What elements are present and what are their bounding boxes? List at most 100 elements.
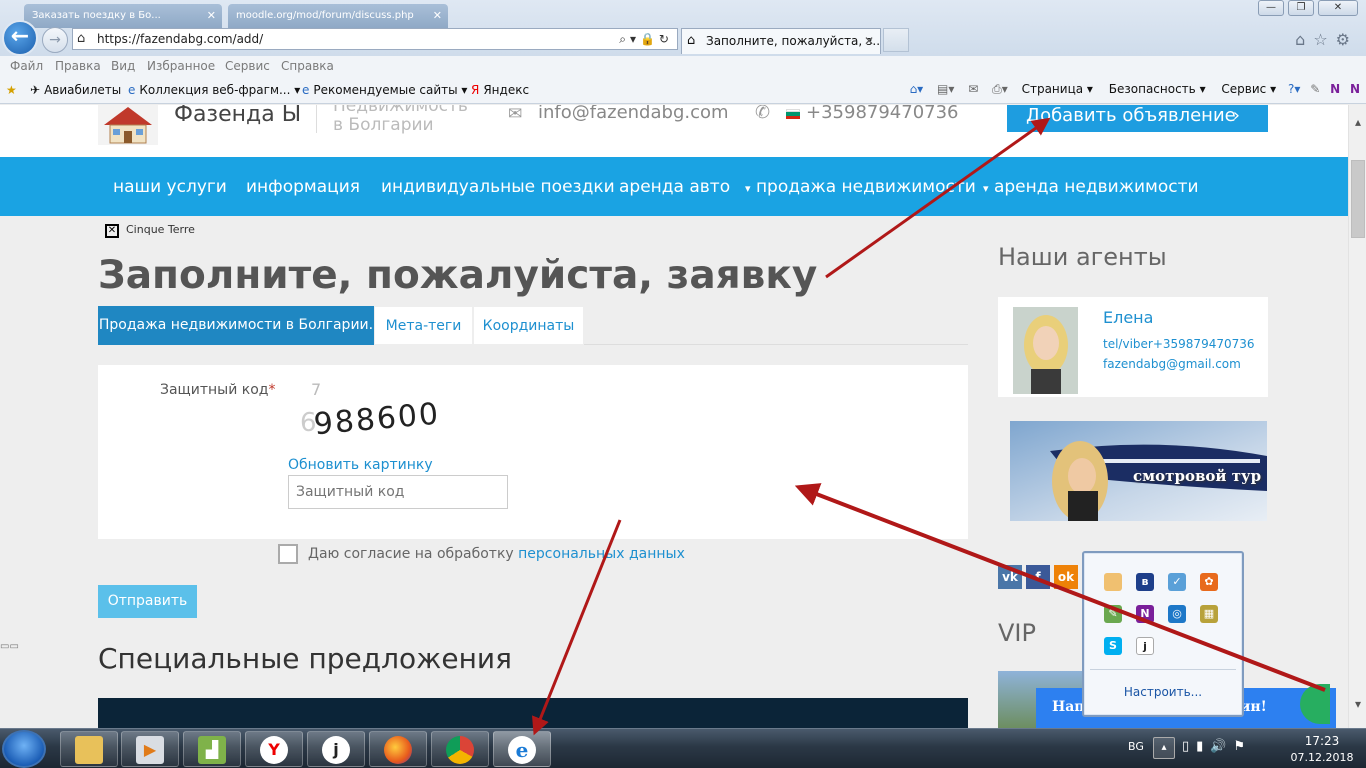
fav-item-suggested[interactable]: e Рекомендуемые сайты ▾ [302, 83, 467, 97]
tray-expand-icon[interactable]: ▴ [1153, 737, 1175, 759]
add-listing-button[interactable]: Добавить объявление › [1007, 105, 1268, 132]
tray-app-icon[interactable]: ◎ [1168, 605, 1186, 623]
close-window-button[interactable]: ✕ [1318, 0, 1358, 16]
scroll-down-icon[interactable]: ▾ [1349, 697, 1366, 715]
taskbar-firefox[interactable] [369, 731, 427, 767]
submit-button[interactable]: Отправить [98, 585, 197, 618]
tray-app-icon[interactable]: ✎ [1104, 605, 1122, 623]
minimize-button[interactable]: — [1258, 0, 1284, 16]
device-icon[interactable]: ▯ [1182, 739, 1196, 754]
scroll-up-icon[interactable]: ▴ [1349, 115, 1366, 133]
house-logo-icon[interactable] [98, 105, 158, 145]
agent-phone[interactable]: tel/viber+359879470736 [1103, 337, 1255, 351]
nav-item-info[interactable]: информация [246, 177, 360, 197]
fav-item-webslices[interactable]: e Коллекция веб-фрагм... ▾ [128, 83, 300, 97]
home-icon[interactable]: ⌂▾ [910, 82, 924, 96]
nav-item-trips[interactable]: индивидуальные поездки [381, 177, 615, 197]
consent-checkbox[interactable] [278, 544, 298, 564]
star-icon[interactable]: ☆ [1313, 30, 1335, 49]
gear-icon[interactable]: ⚙ [1336, 30, 1358, 49]
refresh-captcha-link[interactable]: Обновить картинку [288, 457, 433, 473]
site-brand[interactable]: Фазенда Ы [174, 105, 301, 127]
taskbar-app-j[interactable]: j [307, 731, 365, 767]
onenote-icon[interactable]: N [1136, 605, 1154, 623]
tray-app-icon[interactable]: ✓ [1168, 573, 1186, 591]
page-scrollbar[interactable]: ▴ ▾ [1348, 105, 1366, 728]
close-tab-icon[interactable]: ✕ [864, 29, 874, 53]
taskbar-chrome[interactable] [431, 731, 489, 767]
forward-button[interactable]: → [42, 27, 68, 53]
agent-email[interactable]: fazendabg@gmail.com [1103, 357, 1241, 371]
back-button[interactable]: ← [2, 20, 38, 56]
feedback-icon[interactable]: ▭▭ [0, 641, 19, 652]
tray-app-icon[interactable]: ▦ [1200, 605, 1218, 623]
nav-item-property-sale[interactable]: ▾ продажа недвижимости [745, 177, 976, 197]
taskbar-app[interactable]: ▟ [183, 731, 241, 767]
cmd-tools[interactable]: Сервис ▾ [1221, 82, 1276, 96]
tray-app-icon[interactable] [1104, 573, 1122, 591]
tab-meta-tags[interactable]: Мета-теги [374, 306, 473, 345]
home-icon[interactable]: ⌂ [1295, 30, 1313, 49]
help-icon[interactable]: ?▾ [1288, 82, 1300, 96]
tab-coordinates[interactable]: Координаты [473, 306, 584, 345]
fav-item-yandex[interactable]: Я Яндекс [471, 83, 529, 97]
odnoklassniki-icon[interactable]: ok [1054, 565, 1078, 589]
taskbar-media[interactable]: ▶ [121, 731, 179, 767]
taskbar-ie[interactable]: e [493, 731, 551, 767]
clock-time[interactable]: 17:23 [1296, 734, 1348, 748]
addon-icon[interactable]: ✎ [1310, 82, 1320, 96]
facebook-icon[interactable]: f [1026, 565, 1050, 589]
start-button[interactable] [2, 730, 46, 768]
contact-phone[interactable]: +359879470736 [806, 105, 959, 123]
browser-tab-2[interactable]: moodle.org/mod/forum/discuss.php ✕ [228, 4, 448, 28]
close-tab-icon[interactable]: ✕ [207, 4, 216, 28]
captcha-input[interactable] [288, 475, 508, 509]
menu-help[interactable]: Справка [281, 59, 334, 73]
favorites-star-icon[interactable]: ★ [6, 83, 17, 97]
onenote-icon[interactable]: N [1330, 82, 1340, 96]
taskbar-explorer[interactable] [60, 731, 118, 767]
print-icon[interactable]: ⎙▾ [992, 82, 1008, 96]
address-tools-icon[interactable]: ⌕▾🔒↻ [619, 29, 673, 49]
new-tab-button[interactable] [883, 28, 909, 52]
taskbar-yandex[interactable]: Y [245, 731, 303, 767]
tab-property-sale[interactable]: Продажа недвижимости в Болгарии. [98, 306, 374, 345]
mail-icon[interactable]: ✉ [968, 82, 978, 96]
clock-date[interactable]: 07.12.2018 [1286, 751, 1358, 764]
nav-item-services[interactable]: наши услуги [113, 177, 227, 197]
browser-tab-active[interactable]: ⌂ Заполните, пожалуйста, з... ✕ [681, 28, 881, 54]
volume-icon[interactable]: 🔊 [1210, 739, 1233, 754]
cmd-security[interactable]: Безопасность ▾ [1109, 82, 1206, 96]
browser-tab-1[interactable]: Заказать поездку в Бо... ✕ [24, 4, 222, 28]
tour-banner[interactable]: смотровой тур [1010, 421, 1267, 521]
scroll-thumb[interactable] [1351, 160, 1365, 238]
configure-tray-link[interactable]: Настроить... [1084, 685, 1242, 699]
menu-tools[interactable]: Сервис [225, 59, 270, 73]
skype-icon[interactable]: S [1104, 637, 1122, 655]
close-tab-icon[interactable]: ✕ [433, 4, 442, 28]
feeds-icon[interactable]: ▤▾ [937, 82, 954, 96]
cmd-page[interactable]: Страница ▾ [1022, 82, 1093, 96]
fav-item-flights[interactable]: ✈ Авиабилеты [30, 83, 121, 97]
nav-item-property-rental[interactable]: ▾ аренда недвижимости [983, 177, 1199, 197]
tray-app-icon[interactable]: ✿ [1200, 573, 1218, 591]
contact-email[interactable]: info@fazendabg.com [538, 105, 729, 123]
menu-edit[interactable]: Правка [55, 59, 101, 73]
menu-favorites[interactable]: Избранное [147, 59, 215, 73]
address-bar[interactable]: ⌂ https://fazendabg.com/add/ ⌕▾🔒↻ [72, 28, 678, 50]
agent-name[interactable]: Елена [1103, 308, 1153, 327]
maximize-button[interactable]: ❐ [1288, 0, 1314, 16]
nav-item-car-rental[interactable]: аренда авто [619, 177, 730, 197]
agent-photo[interactable] [1013, 307, 1078, 394]
menu-view[interactable]: Вид [111, 59, 135, 73]
flag-icon[interactable]: ⚑ [1234, 739, 1253, 754]
vk-icon[interactable]: vk [998, 565, 1022, 589]
network-icon[interactable]: ▮ [1196, 739, 1210, 754]
personal-data-link[interactable]: персональных данных [518, 546, 685, 562]
menu-file[interactable]: Файл [10, 59, 43, 73]
onenote-send-icon[interactable]: N [1350, 82, 1360, 96]
vip-title: VIP [998, 619, 1036, 647]
bluetooth-icon[interactable]: ʙ [1136, 573, 1154, 591]
language-indicator[interactable]: BG [1128, 740, 1144, 753]
tray-app-icon[interactable]: j [1136, 637, 1154, 655]
